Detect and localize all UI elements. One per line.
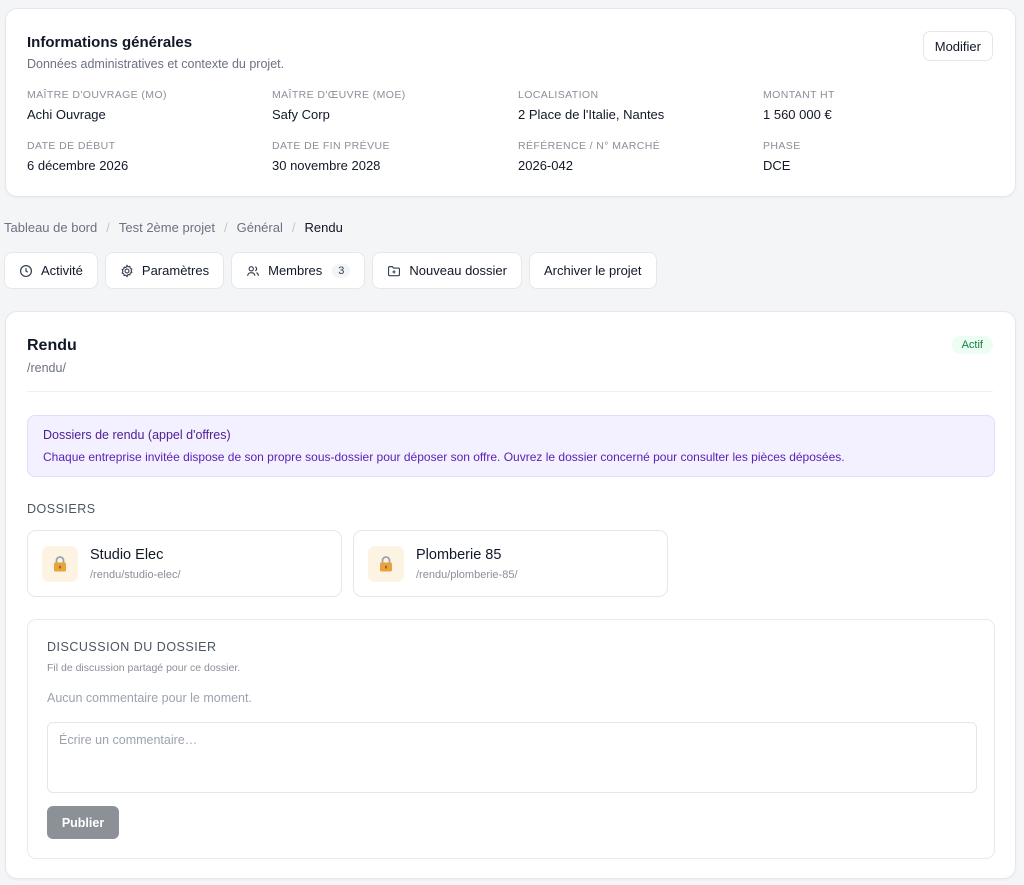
- empty-comments-message: Aucun commentaire pour le moment.: [47, 691, 252, 705]
- field-label: PHASE: [763, 140, 801, 152]
- field-end-date: DATE DE FIN PRÉVUE 30 novembre 2028: [272, 140, 512, 173]
- discussion-title: DISCUSSION DU DOSSIER: [47, 640, 217, 654]
- field-moe: MAÎTRE D'ŒUVRE (MOE) Safy Corp: [272, 89, 512, 122]
- status-badge: Actif: [951, 336, 993, 354]
- lock-icon: [368, 546, 404, 582]
- clock-icon: [19, 264, 33, 277]
- field-label: DATE DE DÉBUT: [27, 140, 116, 152]
- breadcrumb-separator: /: [223, 220, 228, 235]
- breadcrumb-item-current: Rendu: [304, 220, 343, 235]
- info-notice: Dossiers de rendu (appel d'offres) Chaqu…: [27, 415, 995, 477]
- discussion-subtitle: Fil de discussion partagé pour ce dossie…: [47, 662, 241, 674]
- field-location: LOCALISATION 2 Place de l'Italie, Nantes: [518, 89, 758, 122]
- archive-project-button[interactable]: Archiver le projet: [528, 252, 657, 289]
- field-phase: PHASE DCE: [763, 140, 1003, 173]
- users-icon: [247, 265, 260, 276]
- field-value: 2026-042: [518, 158, 573, 173]
- breadcrumb: Tableau de bord / Test 2ème projet / Gén…: [4, 220, 343, 235]
- subfolder-name: Plomberie 85: [416, 547, 502, 563]
- field-label: RÉFÉRENCE / N° MARCHÉ: [518, 140, 661, 152]
- field-value: DCE: [763, 158, 791, 173]
- members-label: Membres: [268, 263, 323, 278]
- subfolder-path: /rendu/studio-elec/: [90, 569, 181, 581]
- field-amount: MONTANT HT 1 560 000 €: [763, 89, 1003, 122]
- breadcrumb-separator: /: [106, 220, 110, 235]
- breadcrumb-item-dashboard[interactable]: Tableau de bord: [4, 220, 97, 235]
- divider: [27, 391, 993, 392]
- field-value: 30 novembre 2028: [272, 158, 381, 173]
- edit-button[interactable]: Modifier: [922, 31, 993, 61]
- comment-input[interactable]: [47, 722, 977, 793]
- folder-path: /rendu/: [27, 361, 66, 375]
- breadcrumb-item-general[interactable]: Général: [237, 220, 283, 235]
- field-value: 2 Place de l'Italie, Nantes: [518, 107, 665, 122]
- field-mo: MAÎTRE D'OUVRAGE (MO) Achi Ouvrage: [27, 89, 267, 122]
- gear-icon: [121, 263, 133, 278]
- settings-label: Paramètres: [141, 263, 210, 278]
- activity-label: Activité: [41, 263, 83, 278]
- field-value: Safy Corp: [272, 107, 330, 122]
- folder-plus-icon: [388, 265, 401, 276]
- folder-title: Rendu: [27, 337, 77, 354]
- members-count-badge: 3: [332, 263, 351, 278]
- subfolder-tile-plomberie-85[interactable]: Plomberie 85 /rendu/plomberie-85/: [353, 530, 668, 597]
- field-label: DATE DE FIN PRÉVUE: [272, 140, 390, 152]
- info-subtitle: Données administratives et contexte du p…: [27, 57, 285, 71]
- lock-icon: [42, 546, 78, 582]
- new-folder-label: Nouveau dossier: [409, 263, 507, 278]
- project-actions: Activité Paramètres Membres 3 Nouveau do…: [4, 252, 657, 289]
- field-value: 6 décembre 2026: [27, 158, 129, 173]
- subfolder-path: /rendu/plomberie-85/: [416, 569, 518, 581]
- publish-button[interactable]: Publier: [47, 806, 119, 839]
- field-value: Achi Ouvrage: [27, 107, 106, 122]
- activity-button[interactable]: Activité: [4, 252, 98, 289]
- field-start-date: DATE DE DÉBUT 6 décembre 2026: [27, 140, 267, 173]
- notice-text: Chaque entreprise invitée dispose de son…: [43, 450, 845, 464]
- breadcrumb-item-project[interactable]: Test 2ème projet: [119, 220, 215, 235]
- members-button[interactable]: Membres 3: [231, 252, 366, 289]
- general-info-card: Informations générales Données administr…: [5, 8, 1016, 197]
- field-reference: RÉFÉRENCE / N° MARCHÉ 2026-042: [518, 140, 758, 173]
- info-title: Informations générales: [27, 34, 193, 51]
- folders-section-label: DOSSIERS: [27, 502, 96, 516]
- notice-title: Dossiers de rendu (appel d'offres): [43, 428, 231, 442]
- discussion-panel: DISCUSSION DU DOSSIER Fil de discussion …: [27, 619, 995, 859]
- field-label: MAÎTRE D'ŒUVRE (MOE): [272, 89, 406, 101]
- field-value: 1 560 000 €: [763, 107, 832, 122]
- settings-button[interactable]: Paramètres: [104, 252, 225, 289]
- subfolder-tile-studio-elec[interactable]: Studio Elec /rendu/studio-elec/: [27, 530, 342, 597]
- field-label: MAÎTRE D'OUVRAGE (MO): [27, 89, 167, 101]
- new-folder-button[interactable]: Nouveau dossier: [372, 252, 522, 289]
- folder-card: Rendu /rendu/ Actif Dossiers de rendu (a…: [5, 311, 1016, 879]
- subfolder-name: Studio Elec: [90, 547, 164, 563]
- field-label: MONTANT HT: [763, 89, 835, 101]
- field-label: LOCALISATION: [518, 89, 599, 101]
- breadcrumb-separator: /: [291, 220, 296, 235]
